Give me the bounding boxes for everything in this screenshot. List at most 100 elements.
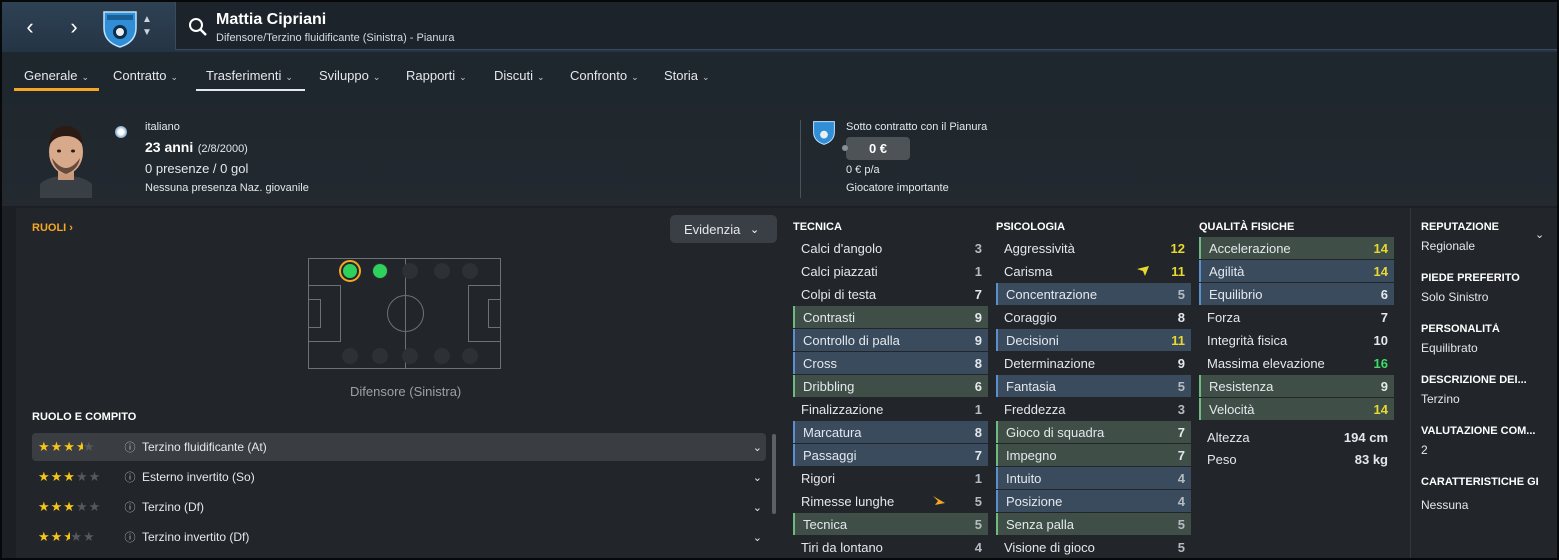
- attribute-value: 5: [1177, 517, 1185, 532]
- attribute-row[interactable]: Carisma 11: [996, 260, 1191, 282]
- club-crest-small-icon[interactable]: [812, 119, 836, 145]
- attribute-row[interactable]: Coraggio 8: [996, 306, 1191, 328]
- club-crest-icon[interactable]: [102, 8, 138, 48]
- traits-value: Nessuna: [1421, 498, 1469, 512]
- attribute-row[interactable]: Determinazione 9: [996, 352, 1191, 374]
- attribute-row[interactable]: Intuito 4: [996, 467, 1191, 489]
- attribute-row[interactable]: Agilità 14: [1199, 260, 1394, 282]
- tab-trasferimenti[interactable]: Trasferimenti ⌄: [206, 68, 293, 83]
- role-duty-header: RUOLO E COMPITO: [32, 411, 137, 423]
- attribute-value: 5: [974, 517, 982, 532]
- tab-generale[interactable]: Generale ⌄: [24, 68, 89, 83]
- chevron-down-icon[interactable]: ⌄: [1535, 228, 1544, 241]
- forward-arrow-icon[interactable]: ›: [62, 14, 86, 40]
- attribute-row[interactable]: Passaggi 7: [793, 444, 988, 466]
- attribute-row[interactable]: Forza 7: [1199, 306, 1394, 328]
- attribute-row[interactable]: Resistenza 9: [1199, 375, 1394, 397]
- role-row[interactable]: ★★★★★ ⓘ Terzino (Df) ⌄: [32, 493, 766, 521]
- tab-sviluppo[interactable]: Sviluppo ⌄: [319, 68, 380, 83]
- tab-label: Rapporti: [406, 68, 456, 83]
- attribute-row[interactable]: Finalizzazione 1: [793, 398, 988, 420]
- youth-caps: Nessuna presenza Naz. giovanile: [145, 182, 309, 194]
- star-rating: ★★★★★: [38, 529, 96, 544]
- attribute-row[interactable]: Calci d'angolo 3: [793, 237, 988, 259]
- hover-tab-indicator: [196, 89, 305, 91]
- attribute-row[interactable]: Tiri da lontano 4: [793, 536, 988, 558]
- attribute-row[interactable]: Integrità fisica 10: [1199, 329, 1394, 351]
- contract-club[interactable]: Sotto contratto con il Pianura: [846, 121, 987, 133]
- attribute-value: 12: [1170, 241, 1185, 256]
- role-row[interactable]: ★★★★★ ⓘ Esterno invertito (So) ⌄: [32, 463, 766, 491]
- info-icon[interactable]: ⓘ: [122, 499, 138, 515]
- roles-header[interactable]: RUOLI ›: [32, 222, 73, 234]
- attribute-row[interactable]: Fantasia 5: [996, 375, 1191, 397]
- attribute-name: Finalizzazione: [801, 402, 884, 417]
- attribute-name: Tiri da lontano: [801, 540, 883, 555]
- star-rating: ★★★★★: [38, 439, 96, 454]
- attribute-name: Passaggi: [803, 448, 857, 463]
- chevron-down-icon[interactable]: ⌄: [753, 501, 762, 514]
- attribute-row[interactable]: Senza palla 5: [996, 513, 1191, 535]
- attribute-row[interactable]: Visione di gioco 5: [996, 536, 1191, 558]
- scrollbar[interactable]: [772, 434, 776, 514]
- attribute-value: 7: [1177, 448, 1185, 463]
- chevron-down-icon: ⌄: [631, 72, 639, 82]
- attribute-row[interactable]: Freddezza 3: [996, 398, 1191, 420]
- roles-header-label: RUOLI: [32, 222, 67, 234]
- chevron-down-icon[interactable]: ⌄: [753, 531, 762, 544]
- chevron-down-icon[interactable]: ⌄: [753, 471, 762, 484]
- attribute-row[interactable]: Accelerazione 14: [1199, 237, 1394, 259]
- attribute-name: Coraggio: [1004, 310, 1057, 325]
- attribute-row[interactable]: Rimesse lunghe 5: [793, 490, 988, 512]
- tab-discuti[interactable]: Discuti ⌄: [494, 68, 545, 83]
- attribute-name: Forza: [1207, 310, 1241, 325]
- attribute-row[interactable]: Decisioni 11: [996, 329, 1191, 351]
- info-icon[interactable]: ⓘ: [122, 439, 138, 455]
- attribute-name: Senza palla: [1006, 517, 1074, 532]
- role-name: Esterno invertito (So): [142, 470, 255, 484]
- info-icon[interactable]: ⓘ: [122, 469, 138, 485]
- info-icon[interactable]: ⓘ: [122, 529, 138, 545]
- attribute-value: 5: [974, 494, 982, 509]
- attribute-row[interactable]: Posizione 4: [996, 490, 1191, 512]
- tab-confronto[interactable]: Confronto ⌄: [570, 68, 639, 83]
- chevron-down-icon[interactable]: ⌄: [753, 441, 762, 454]
- player-switch-arrows-icon[interactable]: ▲ ▼: [142, 13, 152, 39]
- search-icon[interactable]: [188, 17, 208, 37]
- top-header: ‹ › ▲ ▼ Mattia Cipriani Difensore/Terzino…: [2, 2, 1557, 52]
- attribute-row[interactable]: Rigori 1: [793, 467, 988, 489]
- attribute-row[interactable]: Massima elevazione 16: [1199, 352, 1394, 374]
- attribute-row[interactable]: Cross 8: [793, 352, 988, 374]
- tab-rapporti[interactable]: Rapporti ⌄: [406, 68, 467, 83]
- attribute-row[interactable]: Tecnica 5: [793, 513, 988, 535]
- tab-label: Contratto: [113, 68, 167, 83]
- natural-position: Difensore (Sinistra): [350, 384, 462, 399]
- attribute-value: 9: [1380, 379, 1388, 394]
- wage: 0 € p/a: [846, 164, 880, 176]
- attribute-row[interactable]: Marcatura 8: [793, 421, 988, 443]
- attribute-row[interactable]: Velocità 14: [1199, 398, 1394, 420]
- attribute-value: 7: [974, 287, 982, 302]
- role-row[interactable]: ★★★★★ ⓘ Terzino fluidificante (At) ⌄: [32, 433, 766, 461]
- back-arrow-icon[interactable]: ‹: [18, 14, 42, 40]
- tab-label: Trasferimenti: [206, 68, 282, 83]
- active-tab-indicator: [14, 88, 99, 91]
- attribute-row[interactable]: Calci piazzati 1: [793, 260, 988, 282]
- attribute-row[interactable]: Gioco di squadra 7: [996, 421, 1191, 443]
- nationality[interactable]: italiano: [145, 121, 180, 133]
- player-subtitle[interactable]: Difensore/Terzino fluidificante (Sinistr…: [216, 32, 454, 44]
- attribute-row[interactable]: Equilibrio 6: [1199, 283, 1394, 305]
- star-rating: ★★★★★: [38, 469, 102, 484]
- attribute-value: 9: [1177, 356, 1185, 371]
- role-row[interactable]: ★★★★★ ⓘ Terzino invertito (Df) ⌄: [32, 523, 766, 551]
- attribute-row[interactable]: Impegno 7: [996, 444, 1191, 466]
- attribute-row[interactable]: Colpi di testa 7: [793, 283, 988, 305]
- attribute-row[interactable]: Contrasti 9: [793, 306, 988, 328]
- attribute-row[interactable]: Aggressività 12: [996, 237, 1191, 259]
- attribute-row[interactable]: Dribbling 6: [793, 375, 988, 397]
- highlight-dropdown[interactable]: Evidenzia: [670, 215, 777, 243]
- tab-storia[interactable]: Storia ⌄: [664, 68, 710, 83]
- attribute-row[interactable]: Concentrazione 5: [996, 283, 1191, 305]
- attribute-row[interactable]: Controllo di palla 9: [793, 329, 988, 351]
- tab-contratto[interactable]: Contratto ⌄: [113, 68, 178, 83]
